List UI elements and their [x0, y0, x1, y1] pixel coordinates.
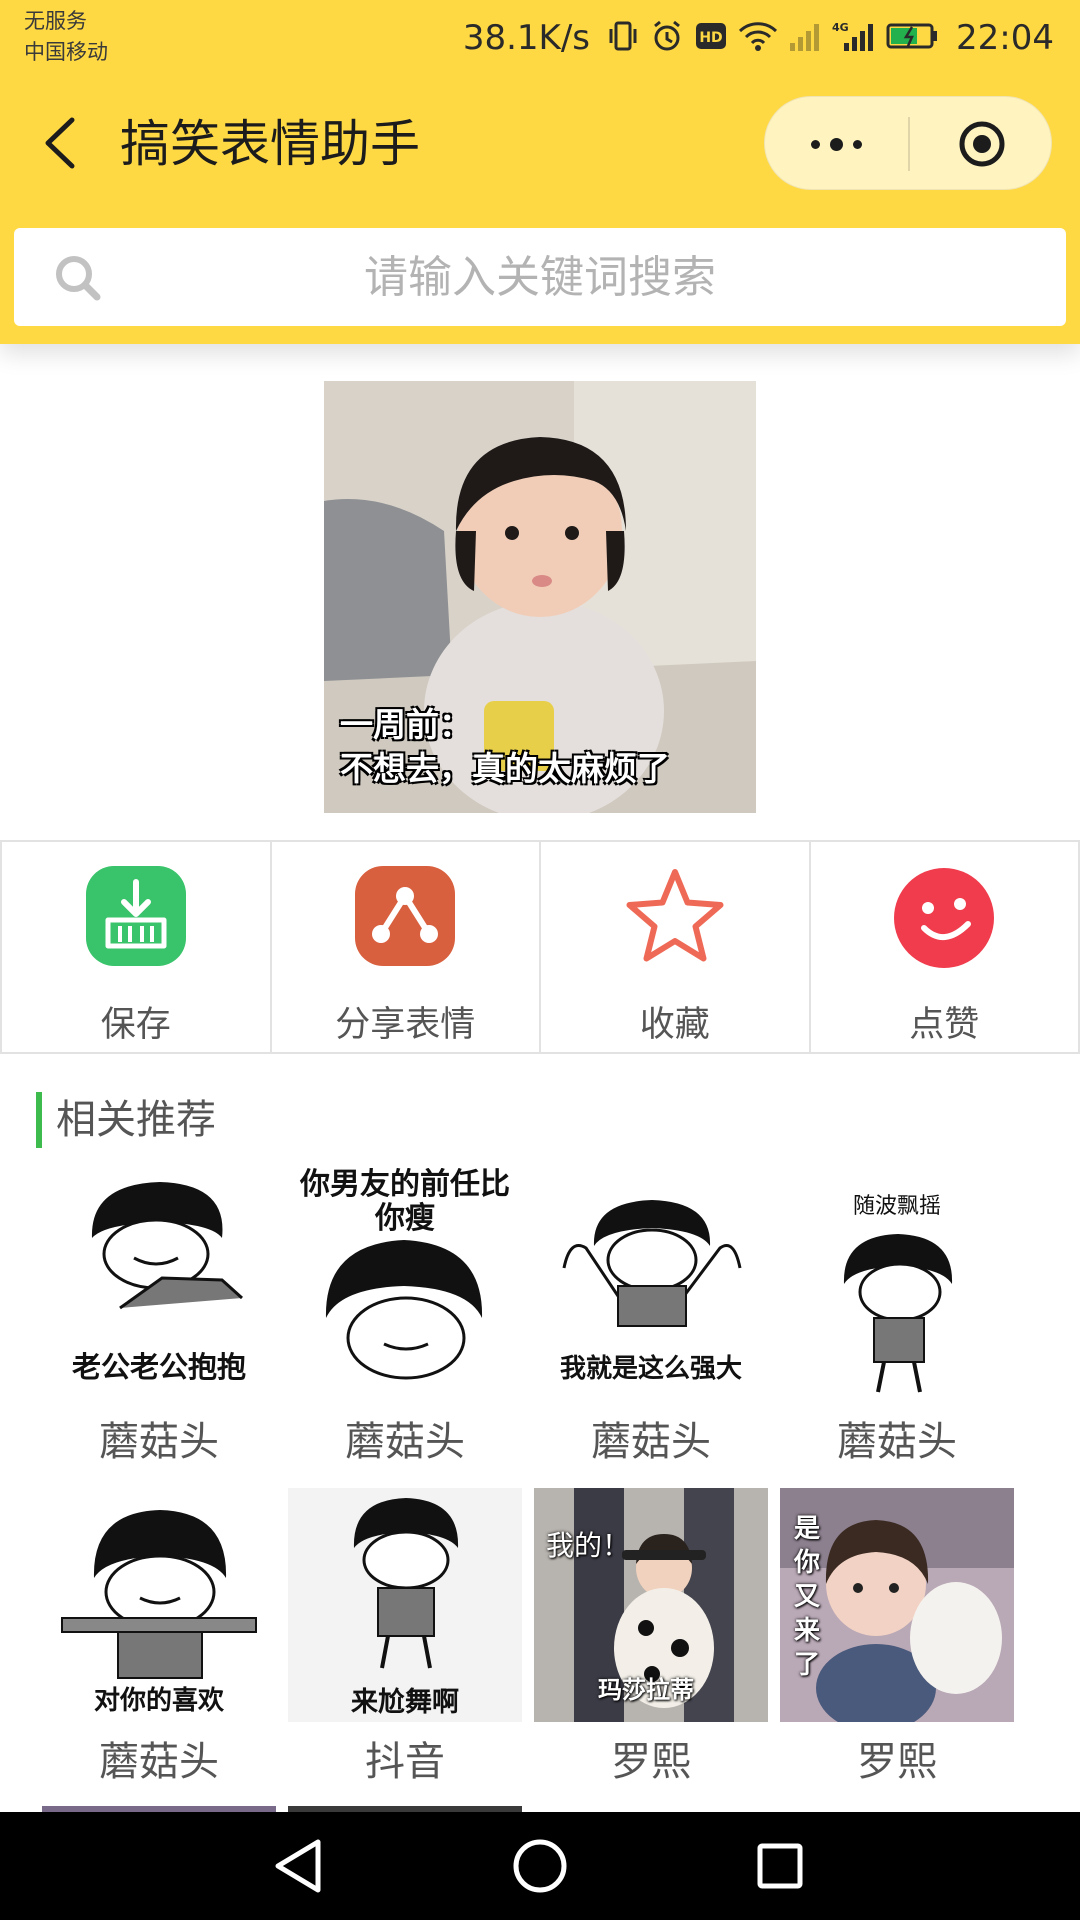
recommend-meme-text-2: 玛莎拉蒂: [598, 1676, 694, 1704]
signal-4g-icon: 4G: [832, 19, 876, 57]
hd-badge-text: HD: [699, 30, 722, 46]
wifi-icon: [738, 19, 778, 57]
share-icon: [355, 866, 456, 966]
back-button[interactable]: [36, 112, 92, 174]
recommend-thumb: 是你又来了: [780, 1488, 1014, 1722]
chevron-left-icon: [45, 117, 75, 169]
net-speed: 38.1K/s: [462, 18, 591, 58]
recommend-meme-text: 你男友的前任比你瘦: [300, 1168, 510, 1236]
carrier-line1: 无服务: [24, 9, 87, 33]
recommend-item-name: 蘑菇头: [99, 1739, 219, 1785]
caption-line1: 一周前：: [340, 705, 472, 744]
main-meme-image[interactable]: 一周前： 不想去，真的太麻烦了: [324, 381, 756, 813]
like-label: 点赞: [909, 1005, 980, 1045]
battery-icon: [886, 19, 940, 57]
star-icon: [626, 869, 724, 962]
recommend-thumb: 随波飘摇: [780, 1168, 1014, 1402]
nav-bar: 搞笑表情助手: [0, 96, 1080, 196]
close-mini-program-button[interactable]: [911, 97, 1053, 191]
share-label: 分享表情: [335, 1005, 476, 1045]
favorite-button[interactable]: 收藏: [541, 842, 811, 1052]
vibrate-icon: [606, 19, 640, 57]
recommend-item-name: 抖音: [365, 1739, 445, 1785]
nav-home-button[interactable]: [500, 1826, 580, 1906]
recommend-item-name: 罗熙: [611, 1739, 691, 1785]
recommend-item[interactable]: 随波飘摇 蘑菇头: [780, 1168, 1014, 1466]
recommend-section-title: 相关推荐: [36, 1092, 216, 1148]
recommend-thumb: 我的！ 玛莎拉蒂: [534, 1488, 768, 1722]
save-button[interactable]: 保存: [0, 842, 272, 1052]
recommend-meme-text: 对你的喜欢: [93, 1686, 224, 1716]
capsule-divider: [908, 117, 910, 171]
caption-line2: 不想去，真的太麻烦了: [340, 749, 670, 788]
carrier-info: 无服务 中国移动: [24, 6, 108, 68]
recommend-item[interactable]: 你男友的前任比你瘦 蘑菇头: [288, 1168, 522, 1466]
recommend-meme-text: 是你又来了: [794, 1514, 821, 1680]
recommend-item[interactable]: 来尬舞啊 抖音: [288, 1488, 522, 1786]
top-header: 无服务 中国移动 38.1K/s HD 4G 22:04 搞笑表情助手 请输入关…: [0, 0, 1080, 344]
recommend-item[interactable]: 对你的喜欢 蘑菇头: [42, 1488, 276, 1786]
recommend-meme-text: 随波飘摇: [852, 1194, 941, 1219]
square-recents-icon: [757, 1843, 803, 1889]
page-title: 搞笑表情助手: [120, 115, 420, 173]
status-bar: 无服务 中国移动 38.1K/s HD 4G 22:04: [0, 0, 1080, 76]
recommend-item[interactable]: 是你又来了 罗熙: [780, 1488, 1014, 1786]
nav-back-button[interactable]: [260, 1826, 340, 1906]
save-download-icon: [85, 866, 186, 966]
smile-like-icon: [894, 868, 995, 968]
recommend-item-name: 蘑菇头: [591, 1419, 711, 1465]
recommend-meme-text: 我就是这么强大: [559, 1354, 742, 1384]
recommend-thumb: 我就是这么强大: [534, 1168, 768, 1402]
target-close-icon: [959, 121, 1005, 167]
recommend-item[interactable]: 我的！ 玛莎拉蒂 罗熙: [534, 1488, 768, 1786]
recommend-meme-text: 老公老公抱抱: [71, 1350, 246, 1384]
recommend-item-name: 罗熙: [857, 1739, 937, 1785]
like-button[interactable]: 点赞: [811, 842, 1080, 1052]
status-icons: 38.1K/s HD 4G 22:04: [463, 12, 1054, 64]
recommend-item-name: 蘑菇头: [99, 1419, 219, 1465]
triangle-back-icon: [275, 1839, 321, 1893]
clock: 22:04: [956, 18, 1054, 58]
recommend-thumb: 你男友的前任比你瘦: [288, 1168, 522, 1402]
mini-program-capsule: [764, 96, 1052, 190]
main-meme-caption: 一周前： 不想去，真的太麻烦了: [340, 703, 670, 791]
circle-home-icon: [513, 1839, 567, 1893]
recommend-item[interactable]: 我就是这么强大 蘑菇头: [534, 1168, 768, 1466]
action-bar: 保存 分享表情 收藏 点赞: [0, 840, 1080, 1054]
more-dots-icon: [810, 137, 862, 151]
recommend-meme-text: 来尬舞啊: [351, 1687, 459, 1718]
nav-recents-button[interactable]: [740, 1826, 820, 1906]
more-button[interactable]: [765, 97, 907, 191]
alarm-icon: [650, 19, 684, 57]
recommend-thumb: 对你的喜欢: [42, 1488, 276, 1722]
signal-sim1-icon: [788, 19, 822, 57]
recommend-item[interactable]: 老公老公抱抱 蘑菇头: [42, 1168, 276, 1466]
carrier-line2: 中国移动: [24, 40, 108, 64]
system-nav-bar: [0, 1812, 1080, 1920]
save-label: 保存: [100, 1005, 171, 1045]
recommend-item-name: 蘑菇头: [345, 1419, 465, 1465]
recommend-thumb: 老公老公抱抱: [42, 1168, 276, 1402]
hd-icon: HD: [694, 19, 728, 57]
favorite-label: 收藏: [639, 1005, 710, 1045]
search-bar[interactable]: [14, 228, 1066, 326]
search-input[interactable]: [14, 228, 1066, 326]
recommend-item-name: 蘑菇头: [837, 1419, 957, 1465]
share-button[interactable]: 分享表情: [272, 842, 541, 1052]
recommend-thumb: 来尬舞啊: [288, 1488, 522, 1722]
recommend-meme-text: 我的！: [546, 1529, 631, 1562]
signal-tag-text: 4G: [832, 21, 849, 34]
